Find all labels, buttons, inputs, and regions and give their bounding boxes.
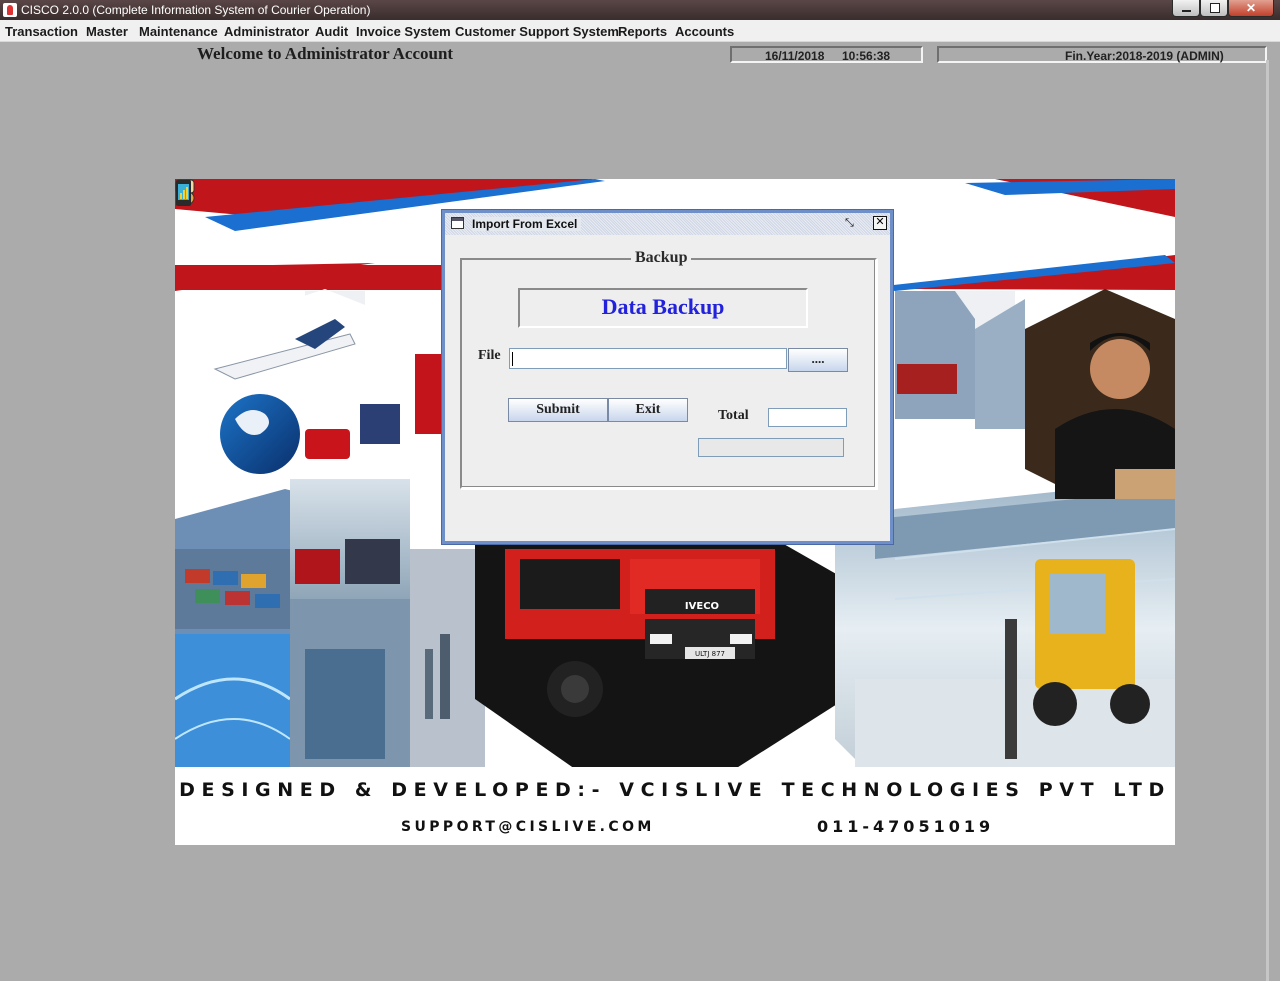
browse-button[interactable]: .... — [788, 348, 848, 372]
truck-brand-text: IVECO — [685, 601, 719, 612]
van-shape — [305, 429, 350, 459]
menu-accounts[interactable]: Accounts — [675, 24, 734, 39]
time-text: 10:56:38 — [842, 49, 891, 63]
menu-customer-support-system[interactable]: Customer Support System — [455, 24, 619, 39]
date-text: 16/11/2018 — [765, 49, 825, 63]
total-field[interactable] — [768, 408, 847, 427]
data-backup-heading: Data Backup — [518, 288, 808, 328]
desktop-edge-divider — [1266, 60, 1269, 981]
total-label: Total — [718, 408, 749, 423]
menu-transaction[interactable]: Transaction — [5, 24, 78, 39]
menu-invoice-system[interactable]: Invoice System — [356, 24, 451, 39]
menu-reports[interactable]: Reports — [618, 24, 667, 39]
menu-administrator[interactable]: Administrator — [224, 24, 309, 39]
mobile-phone-icon — [176, 180, 191, 206]
fin-year-text: Fin.Year:2018-2019 (ADMIN) — [1065, 49, 1224, 63]
dialog-close-button[interactable]: ✕ — [873, 216, 887, 230]
menu-maintenance[interactable]: Maintenance — [139, 24, 218, 39]
datetime-display: 16/11/2018 10:56:38 — [730, 46, 923, 63]
window-title: CISCO 2.0.0 (Complete Information System… — [21, 3, 371, 17]
close-window-button[interactable] — [1228, 0, 1274, 17]
dialog-titlebar[interactable]: Import From Excel ⤡ ✕ — [445, 213, 890, 235]
minimize-button[interactable] — [1172, 0, 1200, 17]
window-titlebar: CISCO 2.0.0 (Complete Information System… — [0, 0, 1280, 20]
menu-audit[interactable]: Audit — [315, 24, 348, 39]
window-icon — [451, 217, 464, 229]
import-from-excel-dialog: Import From Excel ⤡ ✕ Backup Data Backup… — [441, 209, 894, 545]
truck-plate-text: ULTJ 877 — [695, 650, 725, 658]
exit-button[interactable]: Exit — [608, 398, 688, 422]
java-app-icon — [3, 3, 17, 17]
welcome-heading: Welcome to Administrator Account — [197, 44, 454, 63]
designed-by-text: DESIGNED & DEVELOPED:- VCISLIVE TECHNOLO… — [179, 779, 1171, 801]
menu-bar: Transaction Master Maintenance Administr… — [0, 20, 1280, 42]
submit-button[interactable]: Submit — [508, 398, 608, 422]
dialog-title: Import From Excel — [472, 217, 582, 231]
backup-progress-bar — [698, 438, 844, 457]
restore-icon[interactable]: ⤡ — [845, 217, 854, 230]
file-label: File — [478, 348, 501, 363]
maximize-button[interactable] — [1200, 0, 1228, 17]
support-phone-text: 011-47051019 — [817, 817, 995, 836]
group-title: Backup — [631, 249, 692, 267]
file-path-input[interactable] — [509, 348, 787, 369]
dialog-body: Backup Data Backup File .... Submit Exit… — [445, 235, 890, 541]
menu-master[interactable]: Master — [86, 24, 128, 39]
support-email-text: SUPPORT@CISLIVE.COM — [401, 819, 655, 835]
financial-year-display: Fin.Year:2018-2019 (ADMIN) — [937, 46, 1267, 63]
